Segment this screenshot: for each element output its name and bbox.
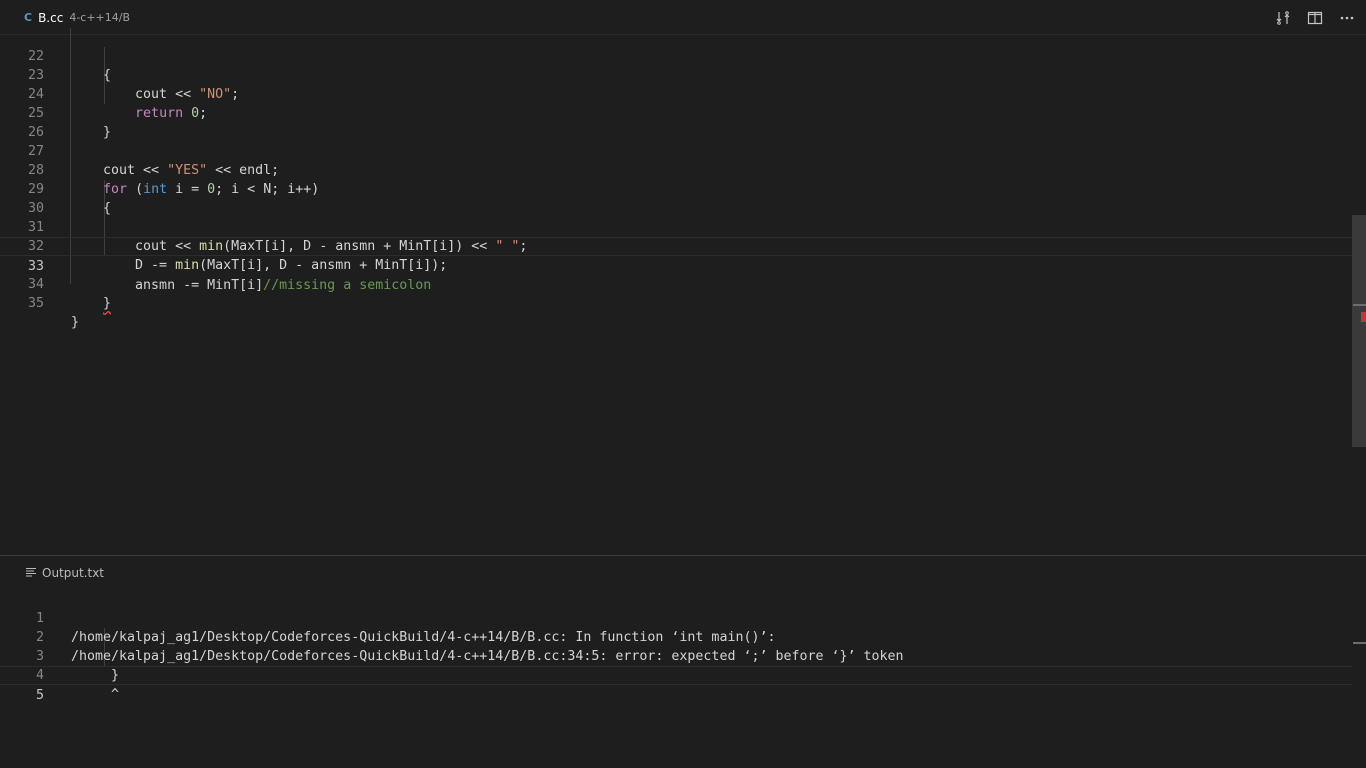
code-text: }: [103, 296, 112, 311]
code-line: 34 }: [0, 256, 1352, 311]
code-line: 28 for (int i = 0; i < N; i++): [0, 142, 1352, 197]
cpp-file-icon: C: [24, 11, 33, 24]
code-line: 23 cout << "NO";: [0, 47, 1352, 102]
code-line: 26: [0, 104, 1352, 140]
line-number: 35: [27, 296, 44, 311]
overview-ruler-cursor: [1353, 642, 1366, 644]
overview-ruler-cursor: [1353, 304, 1366, 306]
code-line: 31 cout << min(MaxT[i], D - ansmn + MinT…: [0, 199, 1352, 254]
current-output-line: 5: [0, 666, 1352, 703]
output-panel: Output.txt 1 /home/kalpaj_ag1/Desktop/Co…: [0, 555, 1366, 768]
overview-ruler-error-marker: [1361, 312, 1366, 322]
output-line: 1 /home/kalpaj_ag1/Desktop/Codeforces-Qu…: [0, 590, 1352, 645]
code-line: 24 return 0;: [0, 66, 1352, 121]
output-text: ^: [71, 687, 120, 702]
current-code-line: 33 ansmn -= MinT[i]//missing a semicolon: [0, 237, 1352, 293]
code-line: 32 D -= min(MaxT[i], D - ansmn + MinT[i]…: [0, 218, 1352, 273]
code-editor[interactable]: 22 { 23 cout << "NO"; 24 return 0; 25 } …: [0, 28, 1366, 555]
code-line: 27 cout << "YES" << endl;: [0, 123, 1352, 178]
output-line: 2 /home/kalpaj_ag1/Desktop/Codeforces-Qu…: [0, 609, 1352, 664]
tab-file-name: B.cc: [38, 10, 64, 25]
code-line: 30: [0, 180, 1352, 216]
more-actions-icon[interactable]: [1336, 7, 1358, 29]
output-line: 4 ^: [0, 647, 1352, 702]
output-line: 3 }: [0, 628, 1352, 683]
code-text: }: [71, 315, 80, 330]
code-line: 29 {: [0, 161, 1352, 216]
editor-scrollbar-thumb[interactable]: [1352, 215, 1366, 447]
output-file-name: Output.txt: [42, 566, 105, 580]
list-icon: [26, 566, 36, 580]
line-number: 5: [35, 688, 44, 703]
open-changes-icon[interactable]: [1272, 7, 1294, 29]
split-editor-icon[interactable]: [1304, 7, 1326, 29]
code-line: 35 }: [0, 275, 1352, 330]
code-line: 22 {: [0, 28, 1352, 83]
code-line: 25 }: [0, 85, 1352, 140]
tab-file-path: 4-c++14/B: [69, 11, 131, 24]
output-panel-tab[interactable]: Output.txt: [26, 556, 104, 590]
